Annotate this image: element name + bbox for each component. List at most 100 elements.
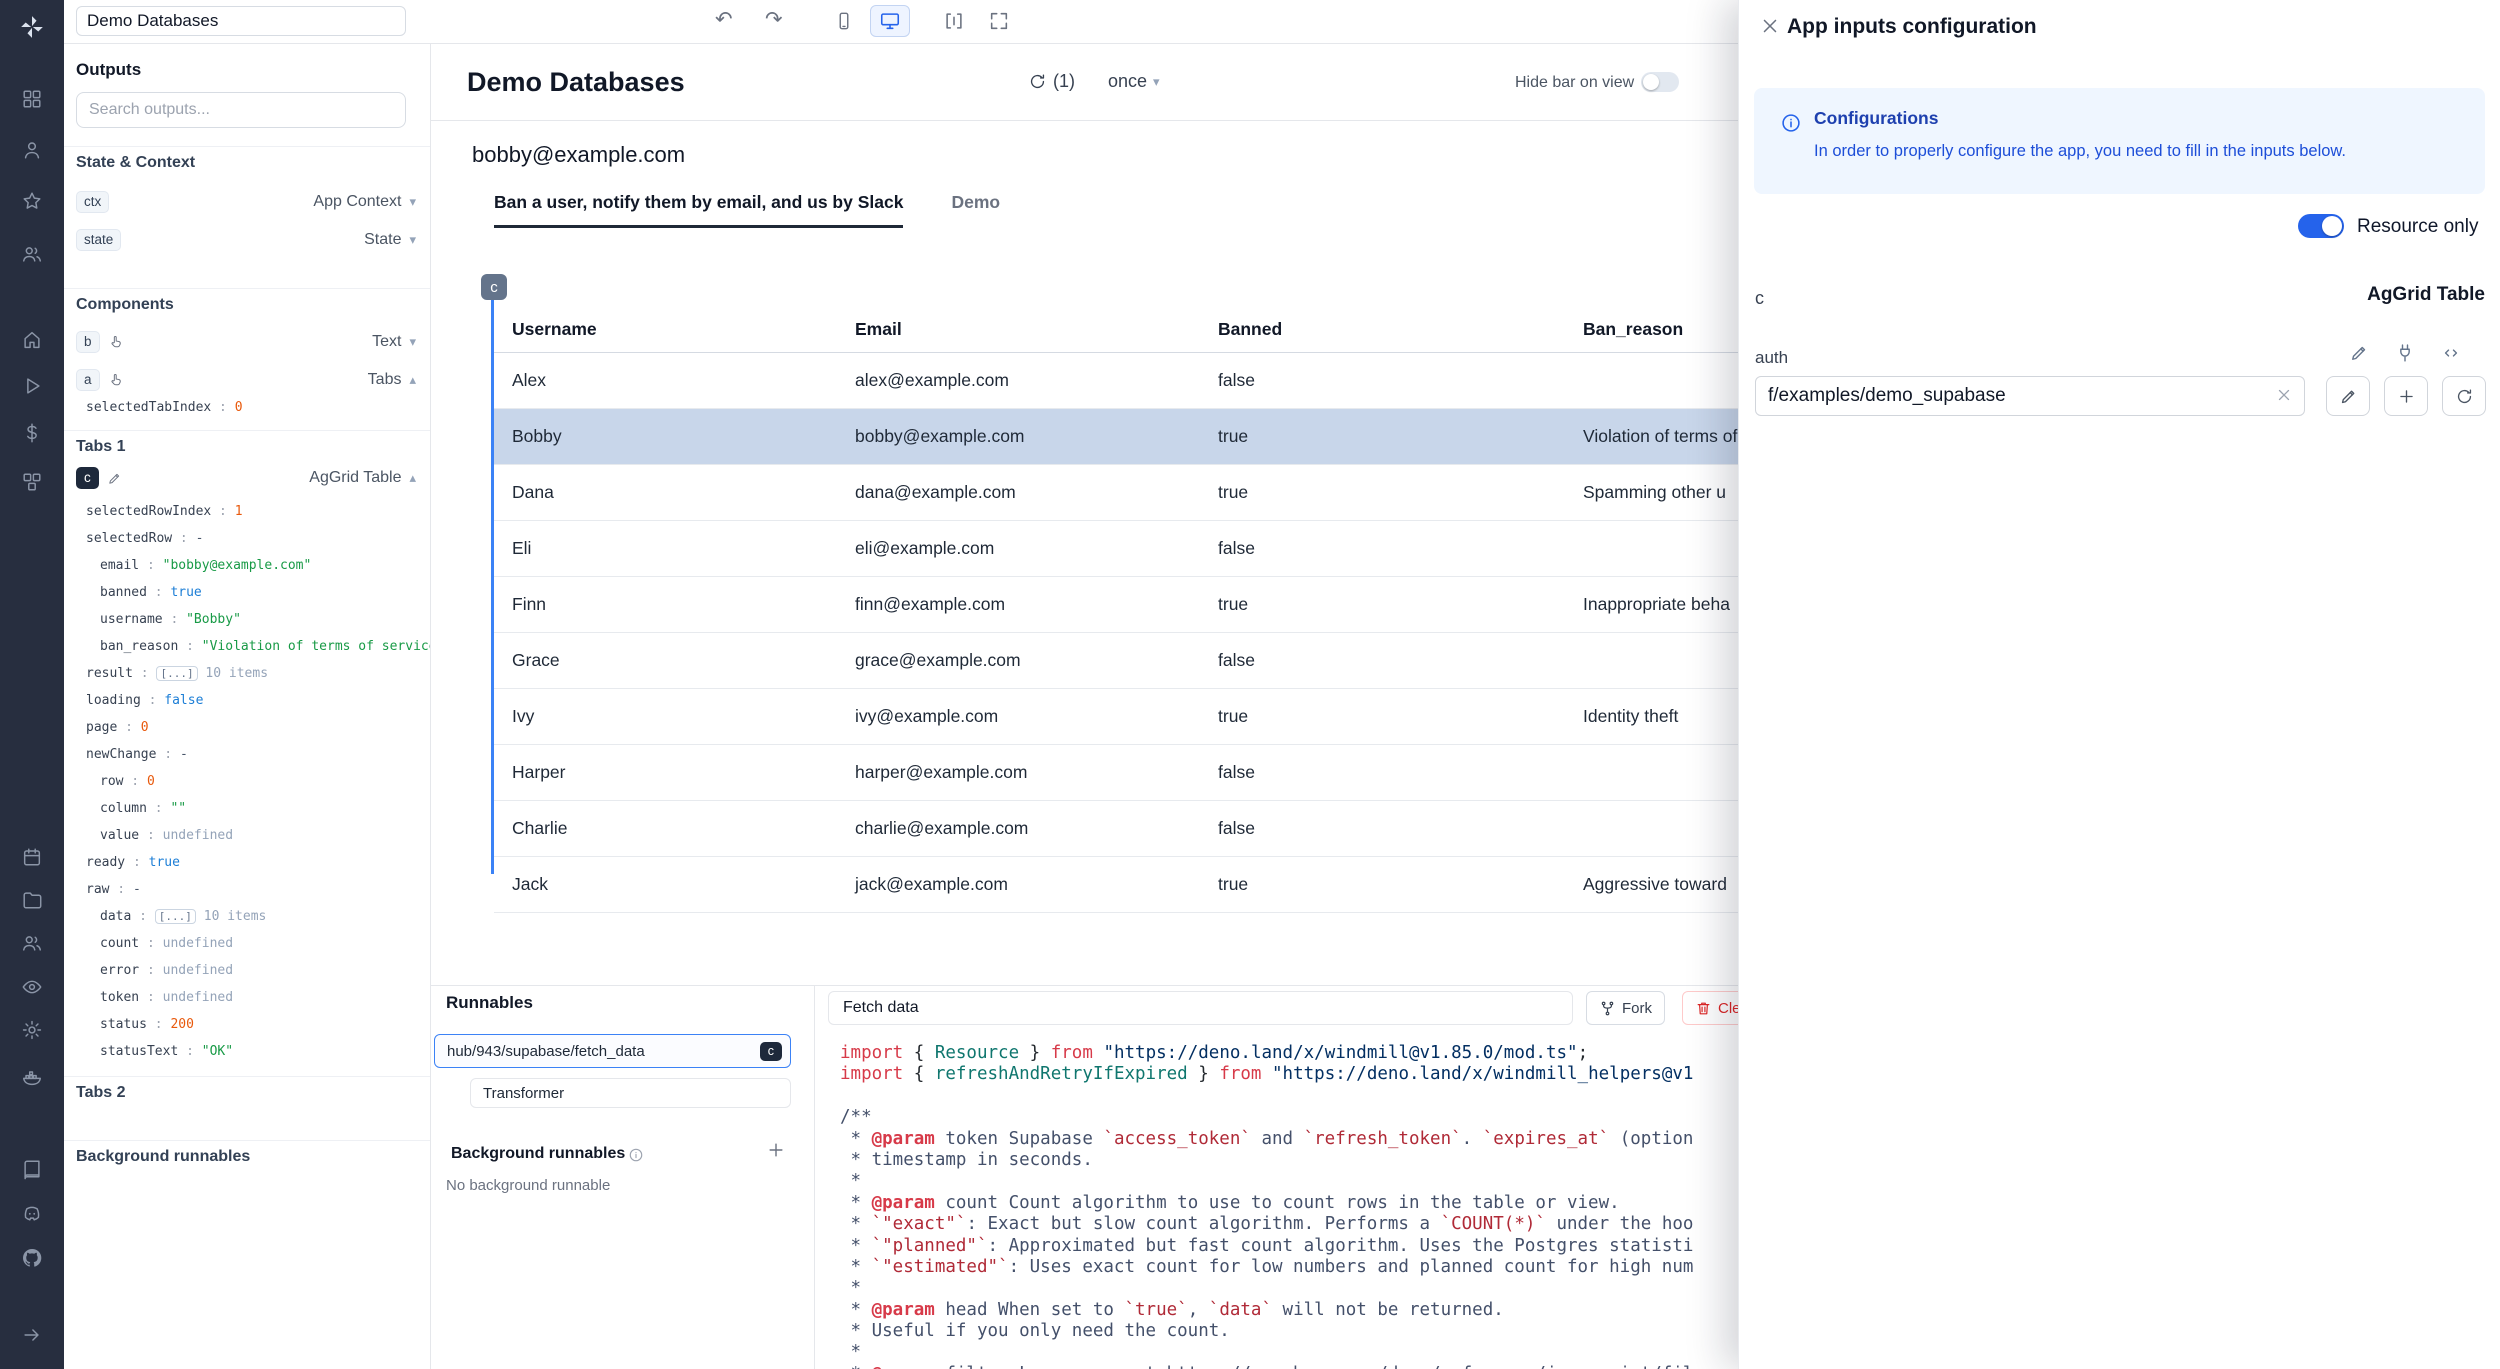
column-header-banned[interactable]: Banned [1200, 319, 1565, 340]
groups-icon[interactable] [21, 932, 43, 954]
output-node-data[interactable]: data : [...] 10 items [64, 903, 430, 930]
star-icon[interactable] [21, 190, 43, 212]
output-node-statusText[interactable]: statusText : "OK" [64, 1038, 430, 1065]
refresh-resource-button[interactable] [2442, 376, 2486, 416]
runnable-item[interactable]: Transformer [470, 1078, 791, 1108]
github-icon[interactable] [21, 1247, 43, 1269]
calendar-icon[interactable] [21, 846, 43, 868]
hide-bar-toggle[interactable] [1641, 72, 1679, 92]
chevron-down-icon: ▾ [1153, 74, 1160, 90]
add-background-runnable-button[interactable] [760, 1139, 792, 1161]
fork-button[interactable]: Fork [1586, 991, 1665, 1025]
alignment-button[interactable] [943, 10, 965, 32]
output-node-count[interactable]: count : undefined [64, 930, 430, 957]
cell-email: finn@example.com [837, 594, 1200, 615]
output-node-value[interactable]: value : undefined [64, 822, 430, 849]
redo-button[interactable]: ↷ [765, 9, 783, 30]
fullscreen-button[interactable] [988, 10, 1010, 32]
divider [64, 146, 430, 147]
book-icon[interactable] [21, 1158, 43, 1180]
arrow-right-icon[interactable] [21, 1324, 43, 1346]
code-line: * `"estimated"`: Uses exact count for lo… [840, 1257, 1693, 1278]
settings-icon[interactable] [21, 1019, 43, 1041]
clear-input-icon[interactable] [2269, 385, 2299, 405]
output-node-page[interactable]: page : 0 [64, 714, 430, 741]
pencil-icon[interactable] [107, 471, 122, 486]
cell-username: Finn [494, 594, 837, 615]
eye-icon[interactable] [21, 976, 43, 998]
output-node-loading[interactable]: loading : false [64, 687, 430, 714]
edit-resource-button[interactable] [2326, 376, 2370, 416]
code-editor[interactable]: import { Resource } from "https://deno.l… [840, 1043, 1693, 1369]
component-badge: b [76, 331, 100, 353]
refresh-button[interactable]: (1) [1028, 71, 1075, 92]
output-row-a[interactable]: aTabs▴ [76, 366, 416, 394]
code-line: * [840, 1171, 1693, 1192]
output-node-status[interactable]: status : 200 [64, 1011, 430, 1038]
column-header-username[interactable]: Username [494, 319, 837, 340]
output-node-email[interactable]: email : "bobby@example.com" [64, 552, 430, 579]
preview-tab-2[interactable]: Demo [951, 192, 1000, 228]
preview-tab-1[interactable]: Ban a user, notify them by email, and us… [494, 192, 903, 228]
plug-icon-button[interactable] [2389, 342, 2421, 364]
refresh-count: (1) [1053, 71, 1075, 92]
section-tabs-1: Tabs 1 [76, 438, 126, 456]
output-row-ctx[interactable]: ctxApp Context▾ [76, 188, 416, 216]
play-icon[interactable] [21, 375, 43, 397]
output-node-newChange[interactable]: newChange : - [64, 741, 430, 768]
output-node-banned[interactable]: banned : true [64, 579, 430, 606]
schedule-dropdown[interactable]: once ▾ [1108, 71, 1160, 92]
users-icon[interactable] [21, 243, 43, 265]
output-node-error[interactable]: error : undefined [64, 957, 430, 984]
cell-email: charlie@example.com [837, 818, 1200, 839]
edit-mode-icon-button[interactable] [2343, 342, 2375, 364]
add-resource-button[interactable] [2384, 376, 2428, 416]
output-row-state[interactable]: stateState▾ [76, 226, 416, 254]
runnable-badge: c [760, 1042, 782, 1061]
output-node-raw[interactable]: raw : - [64, 876, 430, 903]
text-component: bobby@example.com [472, 142, 685, 168]
resource-only-toggle[interactable] [2298, 214, 2344, 238]
divider [64, 288, 430, 289]
apps-icon[interactable] [21, 88, 43, 110]
script-name-input[interactable]: Fetch data [828, 991, 1573, 1025]
search-outputs-input[interactable] [76, 92, 406, 128]
home-icon[interactable] [21, 329, 43, 351]
output-node-ban_reason[interactable]: ban_reason : "Violation of terms of serv… [64, 633, 430, 660]
close-button[interactable] [1753, 14, 1787, 38]
cell-banned: false [1200, 818, 1565, 839]
output-node-selectedRowIndex[interactable]: selectedRowIndex : 1 [64, 498, 430, 525]
component-badge-c[interactable]: c [481, 274, 507, 300]
column-header-email[interactable]: Email [837, 319, 1200, 340]
code-line: * `"planned"`: Approximated but fast cou… [840, 1236, 1693, 1257]
app-name-input[interactable] [76, 6, 406, 36]
output-node-token[interactable]: token : undefined [64, 984, 430, 1011]
code-icon-button[interactable] [2435, 342, 2467, 364]
folder-icon[interactable] [21, 889, 43, 911]
app-inputs-drawer: App inputs configuration Configurations … [1738, 0, 2500, 1369]
output-row-c[interactable]: cAgGrid Table▴ [76, 464, 416, 492]
runnable-item[interactable]: hub/943/supabase/fetch_datac [434, 1034, 791, 1068]
output-node-column[interactable]: column : "" [64, 795, 430, 822]
dollar-icon[interactable] [21, 422, 43, 444]
background-runnables-empty: No background runnable [446, 1177, 610, 1194]
chevron-down-icon: ▾ [409, 232, 416, 248]
discord-icon[interactable] [21, 1203, 43, 1225]
output-node-result[interactable]: result : [...] 10 items [64, 660, 430, 687]
output-row-b[interactable]: bText▾ [76, 328, 416, 356]
output-node-selectedRow[interactable]: selectedRow : - [64, 525, 430, 552]
component-badge: ctx [76, 191, 109, 213]
undo-button[interactable]: ↶ [715, 9, 733, 30]
output-node-username[interactable]: username : "Bobby" [64, 606, 430, 633]
docker-icon[interactable] [21, 1066, 43, 1088]
mobile-view-button[interactable] [834, 11, 854, 31]
user-icon[interactable] [21, 139, 43, 161]
output-node-ready[interactable]: ready : true [64, 849, 430, 876]
hub-icon[interactable] [21, 471, 43, 493]
output-node-row[interactable]: row : 0 [64, 768, 430, 795]
desktop-view-button[interactable] [870, 5, 910, 37]
output-node-selectedTabIndex[interactable]: selectedTabIndex : 0 [86, 400, 243, 415]
resource-input[interactable] [1755, 376, 2305, 416]
code-line: * [840, 1278, 1693, 1299]
windmill-logo-icon[interactable] [19, 14, 45, 40]
